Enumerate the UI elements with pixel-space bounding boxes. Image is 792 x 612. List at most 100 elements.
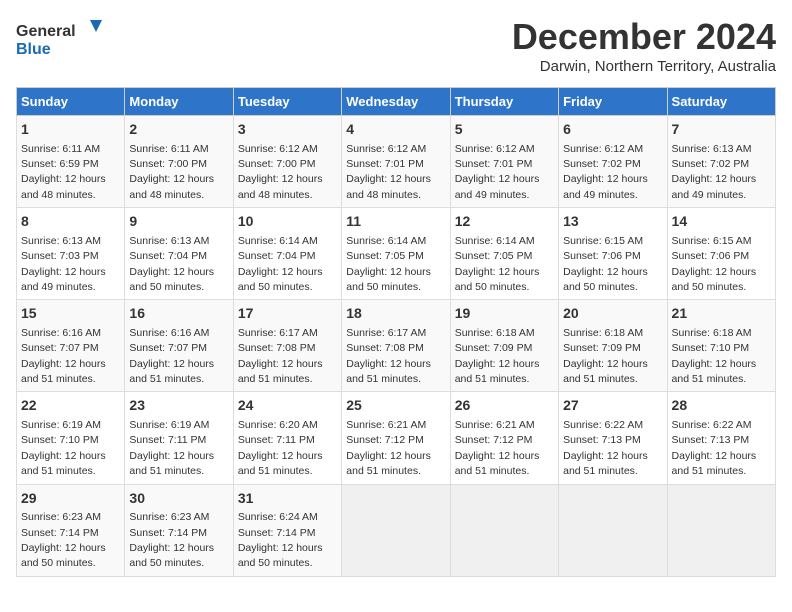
col-monday: Monday (125, 88, 233, 116)
day-number: 23 (129, 396, 228, 416)
calendar-cell (667, 484, 775, 576)
day-info: Sunrise: 6:15 AMSunset: 7:06 PMDaylight:… (672, 235, 757, 293)
day-number: 24 (238, 396, 337, 416)
day-info: Sunrise: 6:14 AMSunset: 7:04 PMDaylight:… (238, 235, 323, 293)
calendar-cell: 11 Sunrise: 6:14 AMSunset: 7:05 PMDayligh… (342, 208, 450, 300)
day-number: 8 (21, 212, 120, 232)
day-number: 7 (672, 120, 771, 140)
day-number: 22 (21, 396, 120, 416)
calendar-cell: 27Sunrise: 6:22 AMSunset: 7:13 PMDayligh… (559, 392, 667, 484)
day-info: Sunrise: 6:19 AMSunset: 7:11 PMDaylight:… (129, 419, 214, 477)
calendar-cell: 21 Sunrise: 6:18 AMSunset: 7:10 PMDayligh… (667, 300, 775, 392)
day-info: Sunrise: 6:24 AMSunset: 7:14 PMDaylight:… (238, 511, 323, 569)
day-info: Sunrise: 6:14 AMSunset: 7:05 PMDaylight:… (346, 235, 431, 293)
day-info: Sunrise: 6:22 AMSunset: 7:13 PMDaylight:… (672, 419, 757, 477)
calendar-cell: 13 Sunrise: 6:15 AMSunset: 7:06 PMDayligh… (559, 208, 667, 300)
month-title: December 2024 (512, 16, 776, 58)
day-number: 1 (21, 120, 120, 140)
calendar-row: 1 Sunrise: 6:11 AMSunset: 6:59 PMDaylight… (17, 116, 776, 208)
day-number: 30 (129, 489, 228, 509)
day-info: Sunrise: 6:21 AMSunset: 7:12 PMDaylight:… (346, 419, 431, 477)
day-info: Sunrise: 6:16 AMSunset: 7:07 PMDaylight:… (129, 327, 214, 385)
day-number: 13 (563, 212, 662, 232)
calendar-cell: 2Sunrise: 6:11 AMSunset: 7:00 PMDaylight… (125, 116, 233, 208)
calendar-row: 22 Sunrise: 6:19 AMSunset: 7:10 PMDayligh… (17, 392, 776, 484)
calendar-cell: 16 Sunrise: 6:16 AMSunset: 7:07 PMDayligh… (125, 300, 233, 392)
day-info: Sunrise: 6:20 AMSunset: 7:11 PMDaylight:… (238, 419, 323, 477)
calendar-cell: 24 Sunrise: 6:20 AMSunset: 7:11 PMDayligh… (233, 392, 341, 484)
day-info: Sunrise: 6:23 AMSunset: 7:14 PMDaylight:… (129, 511, 214, 569)
col-saturday: Saturday (667, 88, 775, 116)
calendar-cell (342, 484, 450, 576)
calendar-cell: 14 Sunrise: 6:15 AMSunset: 7:06 PMDayligh… (667, 208, 775, 300)
day-info: Sunrise: 6:15 AMSunset: 7:06 PMDaylight:… (563, 235, 648, 293)
header-row: Sunday Monday Tuesday Wednesday Thursday… (17, 88, 776, 116)
svg-text:General: General (16, 23, 76, 40)
day-number: 3 (238, 120, 337, 140)
calendar-cell: 23 Sunrise: 6:19 AMSunset: 7:11 PMDayligh… (125, 392, 233, 484)
day-info: Sunrise: 6:21 AMSunset: 7:12 PMDaylight:… (455, 419, 540, 477)
day-number: 28 (672, 396, 771, 416)
calendar-cell (559, 484, 667, 576)
calendar-cell (450, 484, 558, 576)
calendar-cell: 12 Sunrise: 6:14 AMSunset: 7:05 PMDayligh… (450, 208, 558, 300)
calendar-cell: 10Sunrise: 6:14 AMSunset: 7:04 PMDayligh… (233, 208, 341, 300)
calendar-cell: 3Sunrise: 6:12 AMSunset: 7:00 PMDaylight… (233, 116, 341, 208)
day-info: Sunrise: 6:13 AMSunset: 7:04 PMDaylight:… (129, 235, 214, 293)
calendar-cell: 20 Sunrise: 6:18 AMSunset: 7:09 PMDayligh… (559, 300, 667, 392)
day-info: Sunrise: 6:11 AMSunset: 6:59 PMDaylight:… (21, 143, 106, 201)
calendar-table: Sunday Monday Tuesday Wednesday Thursday… (16, 87, 776, 577)
calendar-cell: 9Sunrise: 6:13 AMSunset: 7:04 PMDaylight… (125, 208, 233, 300)
logo: General Blue (16, 16, 106, 61)
calendar-cell: 30Sunrise: 6:23 AMSunset: 7:14 PMDayligh… (125, 484, 233, 576)
col-wednesday: Wednesday (342, 88, 450, 116)
day-number: 20 (563, 304, 662, 324)
day-info: Sunrise: 6:18 AMSunset: 7:09 PMDaylight:… (563, 327, 648, 385)
day-number: 14 (672, 212, 771, 232)
calendar-row: 8 Sunrise: 6:13 AMSunset: 7:03 PMDaylight… (17, 208, 776, 300)
calendar-cell: 18Sunrise: 6:17 AMSunset: 7:08 PMDayligh… (342, 300, 450, 392)
day-info: Sunrise: 6:14 AMSunset: 7:05 PMDaylight:… (455, 235, 540, 293)
day-number: 15 (21, 304, 120, 324)
day-info: Sunrise: 6:19 AMSunset: 7:10 PMDaylight:… (21, 419, 106, 477)
col-tuesday: Tuesday (233, 88, 341, 116)
day-number: 6 (563, 120, 662, 140)
day-number: 29 (21, 489, 120, 509)
day-info: Sunrise: 6:11 AMSunset: 7:00 PMDaylight:… (129, 143, 214, 201)
calendar-cell: 28 Sunrise: 6:22 AMSunset: 7:13 PMDayligh… (667, 392, 775, 484)
svg-text:Blue: Blue (16, 41, 51, 58)
calendar-cell: 15Sunrise: 6:16 AMSunset: 7:07 PMDayligh… (17, 300, 125, 392)
day-info: Sunrise: 6:12 AMSunset: 7:02 PMDaylight:… (563, 143, 648, 201)
day-info: Sunrise: 6:17 AMSunset: 7:08 PMDaylight:… (346, 327, 431, 385)
day-number: 25 (346, 396, 445, 416)
day-number: 17 (238, 304, 337, 324)
calendar-cell: 6 Sunrise: 6:12 AMSunset: 7:02 PMDaylight… (559, 116, 667, 208)
col-sunday: Sunday (17, 88, 125, 116)
day-number: 19 (455, 304, 554, 324)
day-info: Sunrise: 6:13 AMSunset: 7:02 PMDaylight:… (672, 143, 757, 201)
day-number: 26 (455, 396, 554, 416)
day-number: 27 (563, 396, 662, 416)
calendar-cell: 17Sunrise: 6:17 AMSunset: 7:08 PMDayligh… (233, 300, 341, 392)
day-number: 21 (672, 304, 771, 324)
day-info: Sunrise: 6:13 AMSunset: 7:03 PMDaylight:… (21, 235, 106, 293)
title-section: December 2024 Darwin, Northern Territory… (512, 16, 776, 75)
calendar-cell: 19 Sunrise: 6:18 AMSunset: 7:09 PMDayligh… (450, 300, 558, 392)
day-number: 16 (129, 304, 228, 324)
calendar-cell: 22 Sunrise: 6:19 AMSunset: 7:10 PMDayligh… (17, 392, 125, 484)
day-info: Sunrise: 6:12 AMSunset: 7:01 PMDaylight:… (455, 143, 540, 201)
calendar-cell: 26 Sunrise: 6:21 AMSunset: 7:12 PMDayligh… (450, 392, 558, 484)
day-info: Sunrise: 6:18 AMSunset: 7:10 PMDaylight:… (672, 327, 757, 385)
calendar-cell: 25 Sunrise: 6:21 AMSunset: 7:12 PMDayligh… (342, 392, 450, 484)
day-info: Sunrise: 6:23 AMSunset: 7:14 PMDaylight:… (21, 511, 106, 569)
day-number: 4 (346, 120, 445, 140)
day-info: Sunrise: 6:12 AMSunset: 7:01 PMDaylight:… (346, 143, 431, 201)
day-info: Sunrise: 6:18 AMSunset: 7:09 PMDaylight:… (455, 327, 540, 385)
day-number: 12 (455, 212, 554, 232)
calendar-cell: 8 Sunrise: 6:13 AMSunset: 7:03 PMDaylight… (17, 208, 125, 300)
day-number: 11 (346, 212, 445, 232)
calendar-cell: 29Sunrise: 6:23 AMSunset: 7:14 PMDayligh… (17, 484, 125, 576)
calendar-cell: 5Sunrise: 6:12 AMSunset: 7:01 PMDaylight… (450, 116, 558, 208)
calendar-row: 29Sunrise: 6:23 AMSunset: 7:14 PMDayligh… (17, 484, 776, 576)
calendar-row: 15 Sunrise: 6:16 AMSunset: 7:07 PMDayligh… (17, 300, 776, 392)
